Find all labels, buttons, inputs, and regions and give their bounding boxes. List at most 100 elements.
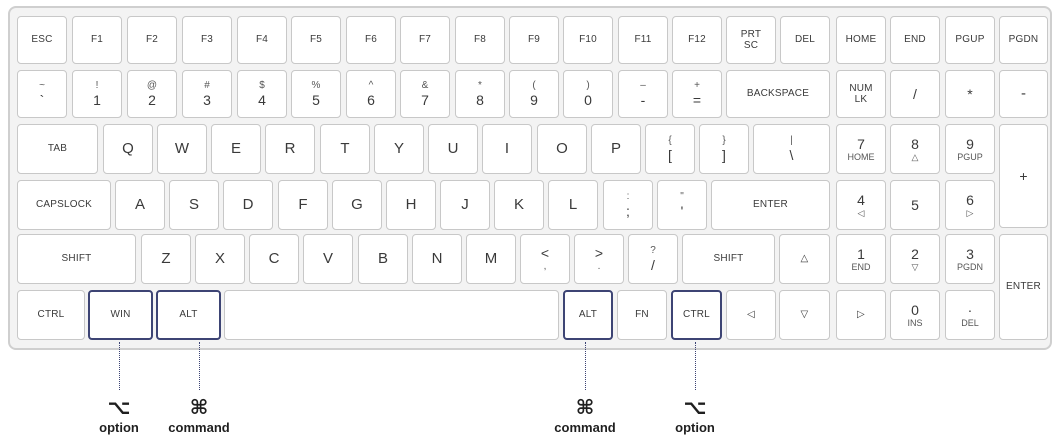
key-row1-6[interactable]: F6 — [346, 16, 396, 64]
key-row1-13[interactable]: PRT SC — [726, 16, 776, 64]
key-tab[interactable]: TAB — [17, 124, 98, 174]
key-w[interactable]: W — [157, 124, 207, 174]
key-arrow-up[interactable]: △ — [779, 234, 830, 284]
key-row1-12[interactable]: F12 — [672, 16, 722, 64]
key-row2-5[interactable]: % 5 — [291, 70, 341, 118]
key-row1-18[interactable]: PGDN — [999, 16, 1048, 64]
key-y[interactable]: Y — [374, 124, 424, 174]
key-z[interactable]: Z — [141, 234, 191, 284]
key-numpad-1[interactable]: 1 END — [836, 234, 886, 284]
key-row1-14[interactable]: DEL — [780, 16, 830, 64]
key-s[interactable]: S — [169, 180, 219, 230]
key-numpad-multiply[interactable]: * — [945, 70, 995, 118]
key-row2-0[interactable]: ~ ` — [17, 70, 67, 118]
key-slash[interactable]: ? / — [628, 234, 678, 284]
key-row1-4[interactable]: F4 — [237, 16, 287, 64]
key-row2-9[interactable]: (9 — [509, 70, 559, 118]
key-g[interactable]: G — [332, 180, 382, 230]
key-arrow-down[interactable]: ▽ — [779, 290, 830, 340]
key-numpad-5[interactable]: 5 — [890, 180, 940, 230]
key-f[interactable]: F — [278, 180, 328, 230]
key-enter[interactable]: ENTER — [711, 180, 830, 230]
key-numpad-dot[interactable]: · DEL — [945, 290, 995, 340]
key-u[interactable]: U — [428, 124, 478, 174]
key-numpad-enter[interactable]: ENTER — [999, 234, 1048, 340]
key-ctrl-right[interactable]: CTRL — [671, 290, 722, 340]
key-row1-16[interactable]: END — [890, 16, 940, 64]
key-period[interactable]: >. — [574, 234, 624, 284]
key-row1-1[interactable]: F1 — [72, 16, 122, 64]
key-r[interactable]: R — [265, 124, 315, 174]
key-l[interactable]: L — [548, 180, 598, 230]
key-row2-2[interactable]: @2 — [127, 70, 177, 118]
key-e[interactable]: E — [211, 124, 261, 174]
key-backslash[interactable]: | \ — [753, 124, 830, 174]
key-b[interactable]: B — [358, 234, 408, 284]
key-row2-11[interactable]: – - — [618, 70, 668, 118]
key-fn[interactable]: FN — [617, 290, 667, 340]
key-numpad-divide[interactable]: / — [890, 70, 940, 118]
key-row1-3[interactable]: F3 — [182, 16, 232, 64]
key-numpad-7[interactable]: 7 HOME — [836, 124, 886, 174]
key-row1-10[interactable]: F10 — [563, 16, 613, 64]
key-numpad-3[interactable]: 3 PGDN — [945, 234, 995, 284]
key-h[interactable]: H — [386, 180, 436, 230]
key-row1-9[interactable]: F9 — [509, 16, 559, 64]
key-ctrl-left[interactable]: CTRL — [17, 290, 85, 340]
key-numpad-2[interactable]: 2 ▽ — [890, 234, 940, 284]
key-row2-3[interactable]: #3 — [182, 70, 232, 118]
key-bracket-left[interactable]: {[ — [645, 124, 695, 174]
key-semicolon[interactable]: :; — [603, 180, 653, 230]
key-j[interactable]: J — [440, 180, 490, 230]
key-alt-left[interactable]: ALT — [156, 290, 221, 340]
key-row1-5[interactable]: F5 — [291, 16, 341, 64]
key-numlock[interactable]: NUM LK — [836, 70, 886, 118]
key-i[interactable]: I — [482, 124, 532, 174]
key-p[interactable]: P — [591, 124, 641, 174]
key-o[interactable]: O — [537, 124, 587, 174]
key-arrow-left[interactable]: ◁ — [726, 290, 776, 340]
key-row2-8[interactable]: * 8 — [455, 70, 505, 118]
key-numpad-9[interactable]: 9 PGUP — [945, 124, 995, 174]
key-numpad-0[interactable]: 0 INS — [890, 290, 940, 340]
key-row1-8[interactable]: F8 — [455, 16, 505, 64]
key-quote[interactable]: " ' — [657, 180, 707, 230]
key-arrow-right[interactable]: ▷ — [836, 290, 886, 340]
key-a[interactable]: A — [115, 180, 165, 230]
key-numpad-minus[interactable]: - — [999, 70, 1048, 118]
key-backspace[interactable]: BACKSPACE — [726, 70, 830, 118]
key-row1-0[interactable]: ESC — [17, 16, 67, 64]
key-comma[interactable]: <, — [520, 234, 570, 284]
key-n[interactable]: N — [412, 234, 462, 284]
key-row1-7[interactable]: F7 — [400, 16, 450, 64]
key-space[interactable] — [224, 290, 559, 340]
key-row1-2[interactable]: F2 — [127, 16, 177, 64]
key-c[interactable]: C — [249, 234, 299, 284]
key-q[interactable]: Q — [103, 124, 153, 174]
key-row1-15[interactable]: HOME — [836, 16, 886, 64]
key-k[interactable]: K — [494, 180, 544, 230]
key-v[interactable]: V — [303, 234, 353, 284]
key-shift-right[interactable]: SHIFT — [682, 234, 775, 284]
key-row2-7[interactable]: & 7 — [400, 70, 450, 118]
key-t[interactable]: T — [320, 124, 370, 174]
key-capslock[interactable]: CAPSLOCK — [17, 180, 111, 230]
key-row2-4[interactable]: $4 — [237, 70, 287, 118]
key-numpad-6[interactable]: 6 ▷ — [945, 180, 995, 230]
key-row2-12[interactable]: + = — [672, 70, 722, 118]
key-bracket-right[interactable]: }] — [699, 124, 749, 174]
key-numpad-plus[interactable]: + — [999, 124, 1048, 228]
key-x[interactable]: X — [195, 234, 245, 284]
key-alt-right[interactable]: ALT — [563, 290, 613, 340]
key-m[interactable]: M — [466, 234, 516, 284]
key-shift-left[interactable]: SHIFT — [17, 234, 136, 284]
key-d[interactable]: D — [223, 180, 273, 230]
key-row2-1[interactable]: ! 1 — [72, 70, 122, 118]
key-row1-17[interactable]: PGUP — [945, 16, 995, 64]
key-row2-6[interactable]: ^ 6 — [346, 70, 396, 118]
key-win[interactable]: WIN — [88, 290, 153, 340]
key-numpad-4[interactable]: 4 ◁ — [836, 180, 886, 230]
key-row2-10[interactable]: ) 0 — [563, 70, 613, 118]
key-numpad-8[interactable]: 8 △ — [890, 124, 940, 174]
key-row1-11[interactable]: F11 — [618, 16, 668, 64]
